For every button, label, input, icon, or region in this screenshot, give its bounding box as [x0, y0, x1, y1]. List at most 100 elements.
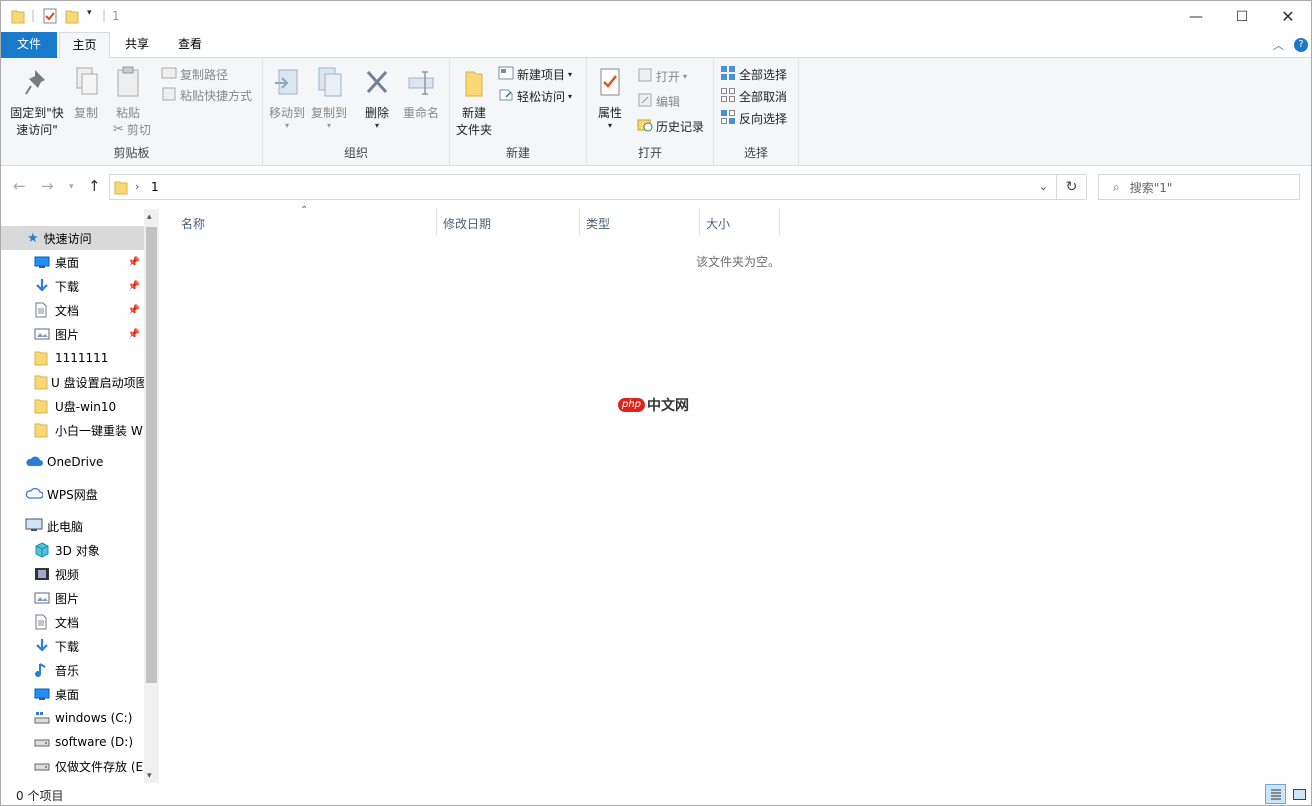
copy-path-icon	[161, 67, 177, 82]
nav-pc-item[interactable]: 桌面	[1, 682, 144, 706]
scissors-icon: ✂	[113, 122, 124, 137]
nav-pc-item[interactable]: software (D:)	[1, 730, 144, 754]
scroll-down-icon[interactable]: ▾	[147, 771, 152, 781]
new-folder-button[interactable]: 新建 文件夹	[454, 66, 494, 139]
status-bar: 0 个项目	[1, 783, 1311, 805]
address-dropdown-icon[interactable]: ⌄	[1039, 180, 1048, 193]
select-none-button[interactable]: 全部取消	[720, 87, 787, 106]
nav-pc-item[interactable]: windows (C:)	[1, 706, 144, 730]
nav-quick-item[interactable]: 图片 📌	[1, 322, 144, 346]
open-button[interactable]: 打开 ▾	[637, 68, 687, 85]
cut-button[interactable]: ✂ 剪切	[113, 121, 151, 138]
properties-quick-icon[interactable]	[43, 8, 57, 24]
nav-pc-item[interactable]: 图片	[1, 586, 144, 610]
help-icon[interactable]: ?	[1294, 38, 1308, 52]
folder-icon	[34, 422, 52, 438]
large-icons-view-icon	[1292, 788, 1306, 800]
nav-quick-item[interactable]: U盘-win10	[1, 394, 144, 418]
history-button[interactable]: 历史记录	[637, 118, 704, 135]
minimize-button[interactable]: —	[1173, 1, 1219, 32]
copy-to-button[interactable]: 复制到 ▾	[309, 66, 349, 130]
address-row: ← → ▾ ↑ › 1 ⌄ ↻ ⌕ 搜索"1"	[1, 171, 1311, 203]
nav-quick-item[interactable]: 小白一键重装 W	[1, 418, 144, 442]
nav-quick-item[interactable]: 下载 📌	[1, 274, 144, 298]
copy-path-button[interactable]: 复制路径	[161, 66, 228, 83]
paste-button[interactable]: 粘贴	[109, 66, 147, 122]
nav-pc-item[interactable]: 音乐	[1, 658, 144, 682]
pin-icon[interactable]: 📌	[128, 257, 140, 268]
breadcrumb-current[interactable]: 1	[151, 180, 159, 194]
move-to-icon	[273, 66, 301, 105]
folder-icon	[114, 180, 128, 198]
pin-icon[interactable]: 📌	[128, 281, 140, 292]
move-to-button[interactable]: 移动到 ▾	[267, 66, 307, 130]
refresh-button[interactable]: ↻	[1057, 174, 1087, 200]
chevron-down-icon: ▾	[374, 121, 379, 130]
scrollbar-thumb[interactable]	[146, 227, 157, 683]
copy-button[interactable]: 复制	[69, 66, 103, 122]
nav-quick-item[interactable]: U 盘设置启动项图	[1, 370, 144, 394]
nav-label: 桌面	[55, 687, 80, 702]
column-header-size[interactable]: 大小	[700, 209, 780, 237]
column-header-modified[interactable]: 修改日期	[437, 209, 580, 237]
download-icon	[34, 638, 52, 654]
tab-view[interactable]: 查看	[167, 32, 213, 58]
details-view-button[interactable]	[1265, 784, 1286, 804]
rename-button[interactable]: 重命名	[399, 66, 443, 122]
paste-shortcut-button[interactable]: 粘贴快捷方式	[161, 87, 252, 104]
tab-home[interactable]: 主页	[59, 32, 110, 59]
close-button[interactable]: ✕	[1265, 1, 1311, 32]
search-box[interactable]: ⌕ 搜索"1"	[1098, 174, 1300, 200]
delete-button[interactable]: 删除 ▾	[361, 66, 393, 130]
maximize-button[interactable]: ☐	[1219, 1, 1265, 32]
nav-pc-item[interactable]: 文档	[1, 610, 144, 634]
history-icon	[637, 118, 653, 135]
nav-pc-item[interactable]: 视频	[1, 562, 144, 586]
nav-pane-scrollbar[interactable]: ▴ ▾	[144, 209, 159, 783]
edit-button[interactable]: 编辑	[637, 93, 680, 110]
nav-quick-item[interactable]: 文档 📌	[1, 298, 144, 322]
folder-icon	[11, 8, 25, 24]
nav-this-pc[interactable]: 此电脑	[1, 514, 144, 538]
customize-quick-access-icon[interactable]: ▾	[87, 8, 92, 18]
copy-label: 复制	[73, 106, 98, 120]
download-icon	[34, 278, 52, 294]
column-header-type[interactable]: 类型	[580, 209, 700, 237]
nav-quick-access[interactable]: ★ 快速访问	[1, 226, 144, 250]
picture-icon	[34, 591, 52, 605]
pin-to-quick-access-button[interactable]: 固定到"快 速访问"	[9, 66, 65, 139]
recent-locations-icon[interactable]: ▾	[69, 182, 74, 192]
tab-file[interactable]: 文件	[1, 32, 57, 58]
invert-selection-button[interactable]: 反向选择	[720, 109, 787, 128]
scroll-up-icon[interactable]: ▴	[147, 212, 152, 222]
up-arrow-icon[interactable]: ↑	[88, 177, 101, 195]
back-arrow-icon[interactable]: ←	[13, 177, 26, 195]
column-header-name[interactable]: 名称	[175, 209, 437, 237]
open-icon	[637, 68, 653, 85]
nav-label: 音乐	[55, 663, 80, 678]
nav-quick-item[interactable]: 1111111	[1, 346, 144, 370]
address-bar[interactable]: › 1 ⌄	[109, 174, 1057, 200]
nav-onedrive[interactable]: OneDrive	[1, 450, 144, 474]
easy-access-button[interactable]: 轻松访问 ▾	[498, 88, 572, 105]
column-modified-label: 修改日期	[443, 216, 492, 231]
collapse-ribbon-icon[interactable]: ︿	[1273, 37, 1284, 53]
cut-label: 剪切	[126, 123, 151, 137]
tab-share[interactable]: 共享	[115, 32, 159, 58]
properties-icon	[596, 66, 624, 105]
forward-arrow-icon[interactable]: →	[41, 177, 54, 195]
pin-icon[interactable]: 📌	[128, 329, 140, 340]
nav-quick-item[interactable]: 桌面 📌	[1, 250, 144, 274]
new-folder-quick-icon[interactable]	[65, 8, 79, 24]
nav-pc-item[interactable]: 3D 对象	[1, 538, 144, 562]
nav-pc-item[interactable]: 仅做文件存放 (E	[1, 754, 144, 778]
nav-label: 视频	[55, 567, 80, 582]
select-all-button[interactable]: 全部选择	[720, 65, 787, 84]
nav-pc-item[interactable]: 下载	[1, 634, 144, 658]
pin-icon[interactable]: 📌	[128, 305, 140, 316]
properties-button[interactable]: 属性 ▾	[593, 66, 627, 130]
large-icons-view-button[interactable]	[1289, 784, 1309, 804]
paste-shortcut-label: 粘贴快捷方式	[180, 89, 253, 103]
nav-wps[interactable]: WPS网盘	[1, 482, 144, 506]
new-item-button[interactable]: 新建项目 ▾	[498, 66, 572, 83]
